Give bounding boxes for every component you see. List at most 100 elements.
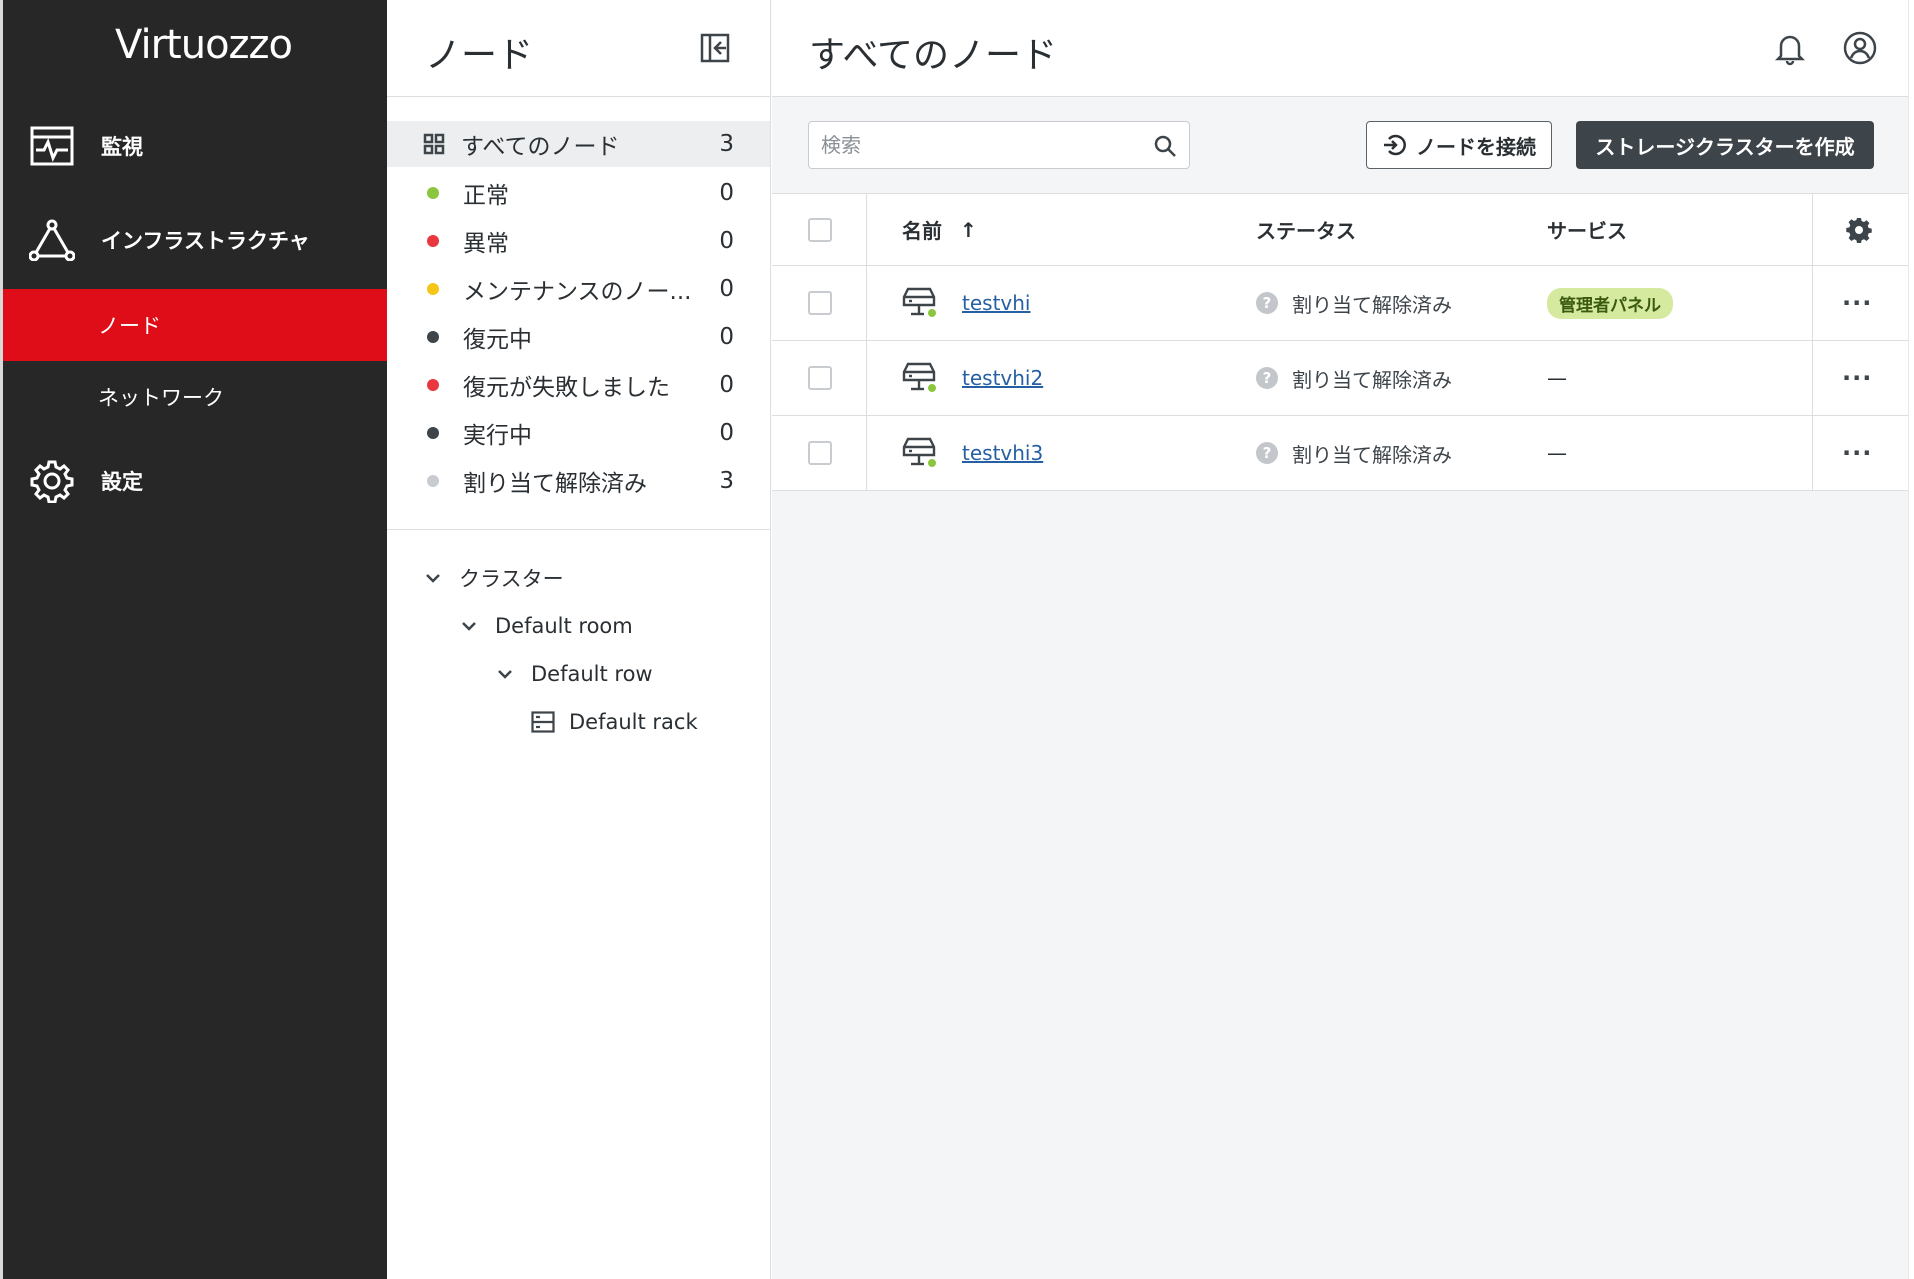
rack-icon: [531, 711, 555, 733]
nav-subitem-label: ノード: [98, 314, 161, 338]
more-actions-icon[interactable]: ···: [1842, 439, 1872, 467]
status-dot: [427, 331, 439, 343]
filter-maintenance[interactable]: メンテナンスのノー... 0: [387, 266, 770, 312]
filter-all-nodes[interactable]: すべてのノード 3: [387, 121, 770, 167]
search-icon[interactable]: [1153, 134, 1177, 158]
nav-item-infrastructure[interactable]: インフラストラクチャ: [3, 210, 387, 270]
service-tag: 管理者パネル: [1547, 287, 1673, 319]
nav-item-settings[interactable]: 設定: [3, 451, 387, 511]
filter-restoring[interactable]: 復元中 0: [387, 314, 770, 360]
filter-count: 0: [719, 276, 734, 302]
table-row[interactable]: testvhi ? 割り当て解除済み 管理者パネル ···: [772, 266, 1908, 341]
question-status-icon: ?: [1256, 442, 1278, 464]
services-cell: —: [1547, 341, 1567, 415]
service-empty: —: [1547, 366, 1567, 390]
status-dot: [427, 283, 439, 295]
name-cell: testvhi: [902, 266, 1030, 340]
table-row[interactable]: testvhi3 ? 割り当て解除済み — ···: [772, 416, 1908, 491]
tree-item-label: Default rack: [569, 710, 698, 734]
nav-item-monitoring[interactable]: 監視: [3, 116, 387, 176]
row-checkbox[interactable]: [808, 291, 832, 315]
row-checkbox[interactable]: [808, 441, 832, 465]
tree-item-default-rack[interactable]: Default rack: [531, 706, 698, 738]
nav-subitem-network[interactable]: ネットワーク: [3, 361, 387, 433]
status-cell: ? 割り当て解除済み: [1256, 341, 1452, 415]
nodes-table: 名前 ↑ ステータス サービス testvhi ? 割り当て解除済み 管理者パネ…: [772, 193, 1908, 491]
connect-icon: [1384, 134, 1406, 156]
window-edge: [1908, 0, 1914, 1279]
filter-label: 異常: [463, 231, 509, 257]
server-node-icon: [902, 437, 938, 469]
filter-label: 割り当て解除済み: [463, 471, 647, 497]
more-actions-icon[interactable]: ···: [1842, 364, 1872, 392]
filter-healthy[interactable]: 正常 0: [387, 170, 770, 216]
chevron-down-icon[interactable]: [495, 664, 515, 684]
service-empty: —: [1547, 441, 1567, 465]
node-name-link[interactable]: testvhi2: [962, 366, 1043, 390]
chevron-down-icon[interactable]: [459, 616, 479, 636]
column-settings-gear-icon[interactable]: [1846, 217, 1872, 243]
filter-count: 0: [719, 228, 734, 254]
nav-subitem-nodes[interactable]: ノード: [3, 289, 387, 361]
create-storage-cluster-label: ストレージクラスターを作成: [1595, 134, 1855, 159]
filter-failed[interactable]: 異常 0: [387, 218, 770, 264]
status-text: 割り当て解除済み: [1292, 442, 1452, 467]
row-select-cell: [808, 416, 832, 490]
chevron-down-icon[interactable]: [423, 568, 443, 588]
more-actions-icon[interactable]: ···: [1842, 289, 1872, 317]
main-navigation: Virtuozzo 監視 インフラストラクチャ ノード ネットワーク 設定: [0, 0, 387, 1279]
node-name-link[interactable]: testvhi: [962, 291, 1030, 315]
column-header-label: ステータス: [1256, 219, 1356, 243]
row-checkbox[interactable]: [808, 366, 832, 390]
status-dot: [427, 379, 439, 391]
status-cell: ? 割り当て解除済み: [1256, 416, 1452, 490]
tree-item-default-room[interactable]: Default room: [459, 610, 633, 642]
sort-ascending-icon[interactable]: ↑: [960, 218, 977, 242]
name-cell: testvhi3: [902, 416, 1043, 490]
grid-icon: [423, 133, 445, 155]
create-storage-cluster-button[interactable]: ストレージクラスターを作成: [1576, 121, 1874, 169]
nav-subitem-label: ネットワーク: [98, 386, 224, 410]
collapse-panel-icon[interactable]: [700, 33, 730, 63]
row-actions-cell: ···: [1842, 341, 1872, 415]
filter-running[interactable]: 実行中 0: [387, 410, 770, 456]
column-settings-cell: [1846, 194, 1872, 265]
tree-item-cluster[interactable]: クラスター: [423, 562, 564, 594]
services-cell: —: [1547, 416, 1567, 490]
nodes-filter-panel: ノード すべてのノード 3 正常 0 異常 0 メンテナンスのノー... 0 復…: [387, 0, 771, 1279]
column-header-name[interactable]: 名前 ↑: [902, 194, 977, 265]
connect-node-button[interactable]: ノードを接続: [1366, 121, 1552, 169]
column-divider: [1812, 194, 1813, 265]
filter-label: すべてのノード: [461, 134, 620, 160]
node-name-link[interactable]: testvhi3: [962, 441, 1043, 465]
column-divider: [1812, 266, 1813, 340]
server-node-icon: [902, 362, 938, 394]
row-select-cell: [808, 341, 832, 415]
table-row[interactable]: testvhi2 ? 割り当て解除済み — ···: [772, 341, 1908, 416]
filter-restore-failed[interactable]: 復元が失敗しました 0: [387, 362, 770, 408]
tree-item-label: Default room: [495, 614, 633, 638]
filter-unassigned[interactable]: 割り当て解除済み 3: [387, 458, 770, 504]
user-account-icon[interactable]: [1842, 30, 1878, 66]
nav-item-label: インフラストラクチャ: [101, 229, 310, 253]
panel-title: ノード: [425, 35, 534, 76]
select-all-checkbox[interactable]: [808, 217, 832, 242]
main-content: すべてのノード ノードを接続 ストレージクラスターを作成: [772, 0, 1914, 1279]
page-title: すべてのノード: [809, 35, 1058, 76]
search-input[interactable]: [809, 122, 1129, 168]
column-divider: [866, 194, 867, 265]
tree-item-default-row[interactable]: Default row: [495, 658, 653, 690]
column-header-label: 名前: [902, 219, 942, 243]
filter-count: 0: [719, 180, 734, 206]
column-header-services[interactable]: サービス: [1547, 194, 1627, 265]
column-header-label: サービス: [1547, 219, 1627, 243]
search-box: [808, 121, 1190, 169]
settings-gear-icon: [27, 456, 77, 506]
question-status-icon: ?: [1256, 367, 1278, 389]
bell-icon[interactable]: [1772, 30, 1808, 66]
filter-label: 正常: [463, 183, 509, 209]
filter-label: メンテナンスのノー...: [463, 279, 692, 305]
column-header-status[interactable]: ステータス: [1256, 194, 1356, 265]
divider: [387, 529, 770, 530]
filter-label: 復元が失敗しました: [463, 375, 670, 401]
